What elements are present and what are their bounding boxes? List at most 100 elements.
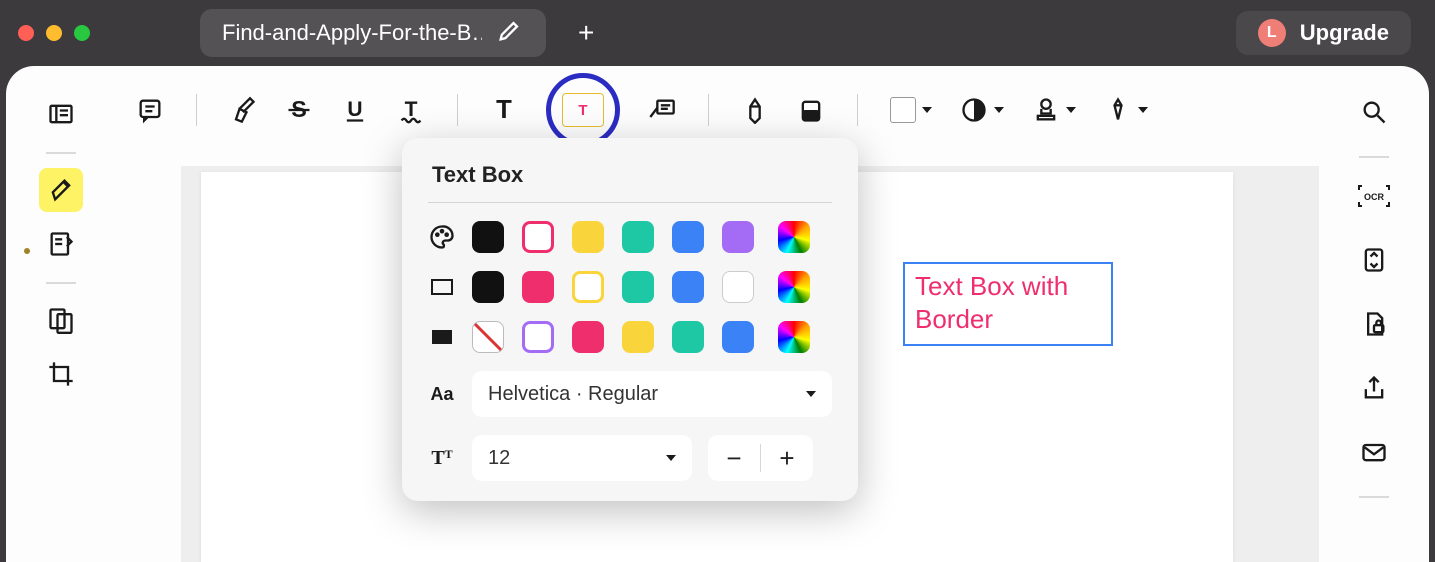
color-swatch-white[interactable]	[722, 271, 754, 303]
color-swatch-custom[interactable]	[778, 271, 810, 303]
font-size-select[interactable]: 12	[472, 435, 692, 481]
sidebar-item-page[interactable]	[39, 298, 83, 342]
text-color-row	[428, 221, 832, 253]
pencil-tool[interactable]	[741, 96, 769, 124]
color-swatch-custom[interactable]	[778, 321, 810, 353]
color-swatch-pink[interactable]	[572, 321, 604, 353]
note-tool[interactable]	[136, 96, 164, 124]
divider	[46, 282, 76, 284]
chevron-down-icon	[800, 391, 816, 397]
divider	[1359, 496, 1389, 498]
divider	[857, 94, 858, 126]
color-swatch-teal[interactable]	[622, 221, 654, 253]
color-swatch-blue[interactable]	[672, 221, 704, 253]
close-window-button[interactable]	[18, 25, 34, 41]
chevron-down-icon	[1066, 107, 1076, 113]
color-swatch-purple[interactable]	[522, 321, 554, 353]
annotation-toolbar: S U T T T	[136, 80, 1299, 140]
divider	[708, 94, 709, 126]
strikethrough-tool[interactable]: S	[285, 96, 313, 124]
share-icon[interactable]	[1352, 366, 1396, 410]
avatar: L	[1258, 19, 1286, 47]
color-swatch-pink[interactable]	[522, 271, 554, 303]
font-row: Aa Helvetica · Regular	[428, 371, 832, 417]
fill-color-tool[interactable]	[890, 97, 932, 123]
chevron-down-icon	[922, 107, 932, 113]
font-select[interactable]: Helvetica · Regular	[472, 371, 832, 417]
svg-text:T: T	[578, 102, 587, 119]
font-size-row: TT 12 − +	[428, 435, 832, 481]
chevron-down-icon	[660, 455, 676, 461]
lock-icon[interactable]	[1352, 302, 1396, 346]
fill-color-row	[428, 321, 832, 353]
color-swatch-yellow[interactable]	[572, 271, 604, 303]
squiggly-tool[interactable]: T	[397, 96, 425, 124]
font-size-value: 12	[488, 447, 510, 470]
sidebar-item-view[interactable]	[39, 92, 83, 136]
font-icon: Aa	[428, 384, 456, 405]
divider	[457, 94, 458, 126]
new-tab-button[interactable]: +	[578, 17, 594, 49]
textbox-popover: Text Box	[402, 138, 858, 501]
filled-rectangle-icon	[428, 328, 456, 346]
convert-icon[interactable]	[1352, 238, 1396, 282]
opacity-tool[interactable]	[960, 96, 1004, 124]
increase-size-button[interactable]: +	[761, 435, 813, 481]
font-size-icon: TT	[428, 447, 456, 470]
callout-tool[interactable]	[648, 96, 676, 124]
right-sidebar: OCR	[1319, 66, 1429, 562]
color-swatch-black[interactable]	[472, 271, 504, 303]
highlighter-tool[interactable]	[229, 96, 257, 124]
divider	[428, 202, 832, 203]
sidebar-item-edit[interactable]	[39, 222, 83, 266]
color-swatch-none[interactable]	[472, 321, 504, 353]
color-swatch-black[interactable]	[472, 221, 504, 253]
color-swatch-teal[interactable]	[672, 321, 704, 353]
text-box-annotation[interactable]: Text Box with Border	[903, 262, 1113, 346]
fullscreen-window-button[interactable]	[74, 25, 90, 41]
search-icon[interactable]	[1352, 90, 1396, 134]
window-controls	[18, 25, 90, 41]
rectangle-icon	[428, 278, 456, 296]
mail-icon[interactable]	[1352, 430, 1396, 474]
color-swatch-yellow[interactable]	[572, 221, 604, 253]
color-swatch-yellow[interactable]	[622, 321, 654, 353]
color-swatch-teal[interactable]	[622, 271, 654, 303]
textbox-tool[interactable]: T	[546, 73, 620, 147]
decrease-size-button[interactable]: −	[708, 435, 760, 481]
square-icon	[890, 97, 916, 123]
signature-tool[interactable]	[1104, 96, 1148, 124]
ocr-icon[interactable]: OCR	[1352, 174, 1396, 218]
svg-text:T: T	[496, 96, 512, 124]
popover-title: Text Box	[428, 158, 832, 202]
color-swatch-pink[interactable]	[522, 221, 554, 253]
divider	[46, 152, 76, 154]
app-frame: OCR S U T	[6, 66, 1429, 562]
color-swatch-custom[interactable]	[778, 221, 810, 253]
minimize-window-button[interactable]	[46, 25, 62, 41]
svg-text:U: U	[347, 98, 362, 121]
chevron-down-icon	[994, 107, 1004, 113]
eraser-tool[interactable]	[797, 96, 825, 124]
palette-icon	[428, 223, 456, 251]
color-swatch-blue[interactable]	[722, 321, 754, 353]
pencil-icon	[496, 16, 524, 50]
svg-text:OCR: OCR	[1364, 192, 1385, 202]
chevron-down-icon	[1138, 107, 1148, 113]
sidebar-item-crop[interactable]	[39, 352, 83, 396]
color-swatch-purple[interactable]	[722, 221, 754, 253]
svg-text:T: T	[405, 98, 418, 121]
stamp-tool[interactable]	[1032, 96, 1076, 124]
font-select-label: Helvetica · Regular	[488, 383, 658, 406]
font-size-stepper: − +	[708, 435, 813, 481]
sidebar-item-annotate[interactable]	[39, 168, 83, 212]
underline-tool[interactable]: U	[341, 96, 369, 124]
color-swatch-blue[interactable]	[672, 271, 704, 303]
active-indicator-dot	[24, 248, 30, 254]
left-sidebar	[6, 66, 116, 562]
upgrade-label: Upgrade	[1300, 20, 1389, 46]
document-tab[interactable]: Find-and-Apply-For-the-B…	[200, 9, 546, 57]
text-tool[interactable]: T	[490, 96, 518, 124]
divider	[1359, 156, 1389, 158]
account-area[interactable]: L Upgrade	[1236, 11, 1411, 55]
